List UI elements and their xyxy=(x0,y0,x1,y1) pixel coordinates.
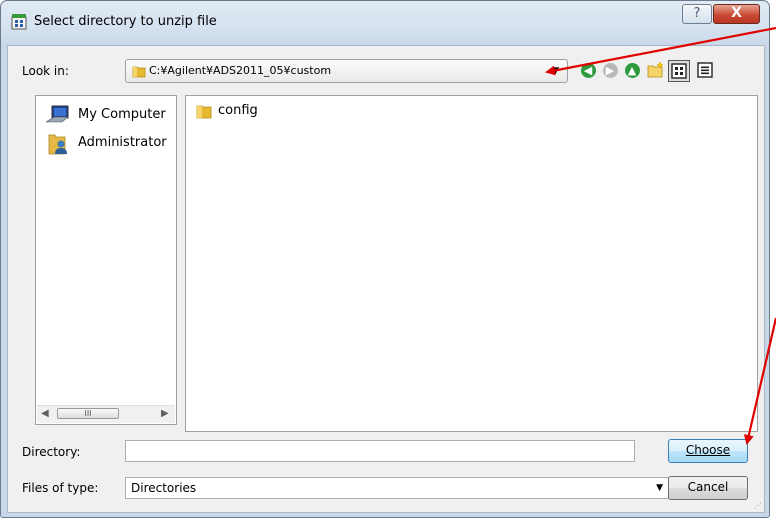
dialog-content: Look in: C:¥Agilent¥ADS2011_05¥custom ▼ … xyxy=(7,45,765,513)
look-in-path: C:¥Agilent¥ADS2011_05¥custom xyxy=(149,64,332,77)
folder-icon xyxy=(132,64,146,82)
file-label: config xyxy=(218,103,258,118)
chevron-down-icon[interactable]: ▼ xyxy=(656,483,663,493)
file-item-config[interactable]: config xyxy=(192,102,312,122)
directory-label: Directory: xyxy=(22,445,81,459)
up-folder-icon: ▲ xyxy=(624,63,640,78)
place-label: Administrator xyxy=(78,135,167,150)
computer-icon xyxy=(44,104,70,130)
dialog-window: Select directory to unzip file ? X Look … xyxy=(0,0,770,518)
chevron-down-icon[interactable]: ▼ xyxy=(552,66,559,76)
cancel-button[interactable]: Cancel xyxy=(668,476,748,500)
new-folder-icon xyxy=(647,61,664,78)
place-item-administrator[interactable]: Administrator xyxy=(44,132,176,156)
help-button[interactable]: ? xyxy=(682,4,712,24)
forward-button[interactable]: ▶ xyxy=(600,61,620,81)
user-folder-icon xyxy=(46,132,70,160)
places-panel[interactable]: My Computer Administrator ◀ III ▶ xyxy=(35,95,177,425)
back-icon: ◀ xyxy=(580,63,596,78)
details-view-button[interactable] xyxy=(694,60,716,82)
list-view-button[interactable] xyxy=(668,60,690,82)
choose-button[interactable]: Choose xyxy=(668,439,748,463)
directory-input[interactable] xyxy=(125,440,635,462)
window-title: Select directory to unzip file xyxy=(34,14,217,29)
forward-icon: ▶ xyxy=(602,63,618,78)
app-root: Select directory to unzip file ? X Look … xyxy=(0,0,776,520)
new-folder-button[interactable] xyxy=(646,61,666,81)
details-view-icon xyxy=(697,62,713,78)
folder-icon xyxy=(196,103,212,123)
app-icon xyxy=(11,14,27,30)
list-view-icon xyxy=(671,63,687,79)
up-folder-button[interactable]: ▲ xyxy=(622,61,642,81)
file-type-combo[interactable]: Directories ▼ xyxy=(125,477,670,499)
file-type-label: Files of type: xyxy=(22,481,99,495)
choose-label: Choose xyxy=(685,443,731,457)
scroll-thumb[interactable]: III xyxy=(57,408,119,419)
close-button[interactable]: X xyxy=(713,4,760,24)
place-item-my-computer[interactable]: My Computer xyxy=(44,104,176,128)
file-type-value: Directories xyxy=(131,481,197,495)
title-bar[interactable]: Select directory to unzip file ? X xyxy=(1,1,769,45)
resize-grip-icon[interactable]: ⋰ xyxy=(754,501,762,510)
back-button[interactable]: ◀ xyxy=(578,61,598,81)
look-in-label: Look in: xyxy=(22,64,69,78)
look-in-combo[interactable]: C:¥Agilent¥ADS2011_05¥custom ▼ xyxy=(125,59,568,83)
file-list-panel[interactable]: config xyxy=(185,95,758,432)
places-scrollbar[interactable]: ◀ III ▶ xyxy=(37,405,175,423)
scroll-left-icon[interactable]: ◀ xyxy=(41,408,49,419)
place-label: My Computer xyxy=(78,107,166,122)
scroll-right-icon[interactable]: ▶ xyxy=(161,408,169,419)
